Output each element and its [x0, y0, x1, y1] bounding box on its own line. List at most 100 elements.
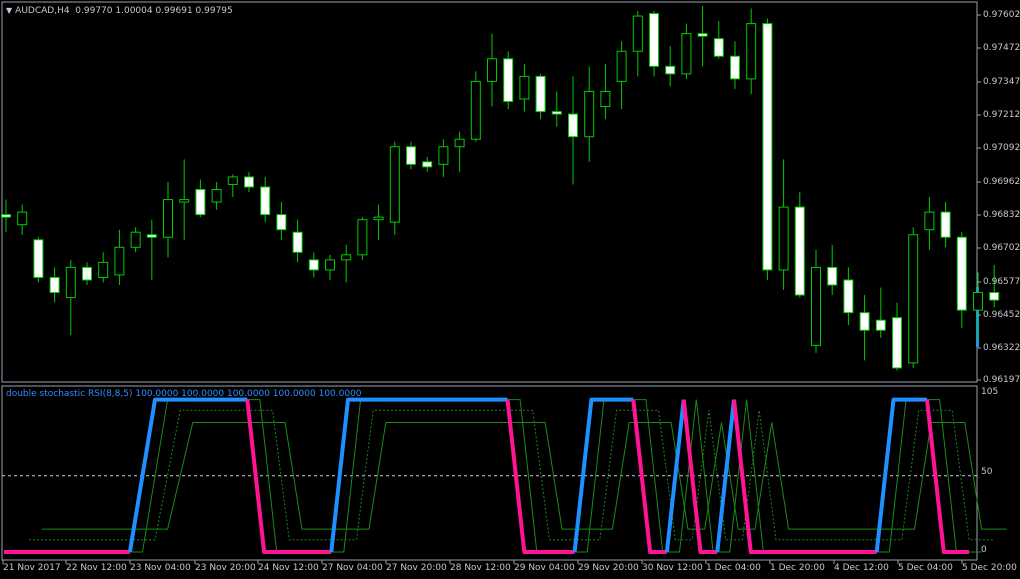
candle-body-bear: [940, 211, 951, 238]
candle: [762, 18, 773, 280]
time-label: 30 Nov 12:00: [642, 563, 703, 573]
trading-chart[interactable]: [0, 0, 1020, 579]
candle-body-bull: [211, 188, 222, 203]
price-label: 0.97092: [983, 143, 1020, 153]
candle-body-bear: [195, 188, 206, 216]
candle-body-bull: [325, 259, 335, 271]
candle: [794, 192, 805, 298]
indicator-title: double stochastic RSI(8,8,5) 100.0000 10…: [6, 389, 362, 400]
candle-body-bull: [681, 33, 692, 75]
price-label: 0.96322: [983, 343, 1020, 353]
candle-body-bull: [438, 146, 449, 165]
time-label: 27 Nov 04:00: [322, 563, 383, 573]
candle-body-bear: [292, 231, 303, 253]
candle-body-bear: [843, 279, 854, 314]
candle-body-bull: [632, 15, 643, 52]
candle-body-bull: [98, 261, 109, 278]
candle-body-bear: [503, 58, 514, 103]
candle: [357, 217, 368, 260]
candle-body-bear: [762, 23, 773, 271]
candle-body-bull: [470, 80, 481, 140]
candle-body-bull: [341, 254, 352, 261]
time-label: 23 Nov 20:00: [195, 563, 256, 573]
time-label: 27 Nov 20:00: [386, 563, 447, 573]
indicator-level-label: 0: [981, 545, 987, 555]
candle-body-bear: [82, 266, 92, 281]
price-label: 0.96452: [983, 310, 1020, 320]
ohlc-label: 0.99770 1.00004 0.99691 0.99795: [75, 6, 233, 16]
candle-body-bear: [535, 75, 546, 113]
candle-body-bull: [179, 199, 190, 203]
candle-body-bull: [227, 176, 238, 185]
time-label: 24 Nov 12:00: [258, 563, 319, 573]
candle-body-bull: [519, 75, 530, 100]
candle: [908, 227, 919, 368]
candle-body-bear: [859, 312, 870, 331]
indicator-name: double stochastic RSI(8,8,5): [6, 389, 133, 399]
candle-body-bull: [373, 216, 384, 221]
candle-body-bear: [308, 259, 319, 271]
time-label: 1 Dec 20:00: [770, 563, 825, 573]
candle-body-bear: [875, 319, 886, 331]
candle-body-bull: [389, 146, 400, 223]
candle-body-bear: [713, 38, 724, 57]
candle-body-bear: [276, 214, 287, 231]
price-label: 0.97212: [983, 110, 1020, 120]
candle-body-bear: [1, 214, 11, 218]
indicator-values: 100.0000 100.0000 100.0000 100.0000 100.…: [135, 389, 362, 399]
candle-body-bull: [487, 58, 497, 82]
candle-body-bull: [357, 219, 368, 256]
time-label: 21 Nov 2017: [3, 563, 61, 573]
price-label: 0.96577: [983, 277, 1020, 287]
indicator-level-label: 50: [981, 467, 993, 477]
price-label: 0.97472: [983, 43, 1020, 53]
time-label: 29 Nov 04:00: [514, 563, 575, 573]
candle-body-bear: [244, 176, 254, 188]
candle: [649, 11, 659, 77]
candle-body-bull: [65, 266, 76, 299]
candle-body-bull: [616, 50, 627, 82]
price-label: 0.97602: [983, 10, 1020, 20]
candle-body-bull: [130, 231, 141, 248]
candle-body-bear: [568, 113, 578, 138]
chart-collapse-icon[interactable]: ▼: [6, 6, 12, 15]
candle-body-bear: [260, 186, 271, 216]
candle-body-bear: [146, 234, 157, 238]
candle-body-bear: [665, 65, 676, 75]
candle-body-bear: [989, 292, 1000, 301]
candle-body-bull: [17, 211, 28, 226]
time-label: 1 Dec 04:00: [706, 563, 761, 573]
time-label: 5 Dec 04:00: [898, 563, 953, 573]
price-label: 0.96962: [983, 177, 1020, 187]
time-label: 5 Dec 20:00: [962, 563, 1017, 573]
candle-body-bull: [908, 234, 919, 364]
candle-body-bear: [892, 317, 902, 369]
candle: [470, 71, 481, 142]
candle-body-bear: [551, 111, 562, 115]
candle-body-bear: [730, 55, 740, 80]
time-label: 29 Nov 20:00: [578, 563, 639, 573]
candle: [389, 141, 400, 235]
price-label: 0.96197: [983, 375, 1020, 385]
price-label: 0.96832: [983, 210, 1020, 220]
price-label: 0.97347: [983, 77, 1020, 87]
candle-body-bear: [33, 239, 44, 278]
candle-body-bull: [746, 23, 757, 80]
time-label: 4 Dec 12:00: [834, 563, 889, 573]
indicator-level-label: 105: [981, 387, 999, 397]
symbol-label: AUDCAD,H4: [15, 6, 70, 16]
candle-body-bull: [600, 90, 611, 108]
candle: [33, 237, 44, 283]
candle: [503, 51, 514, 110]
candle-body-bear: [649, 13, 659, 67]
price-label: 0.96702: [983, 243, 1020, 253]
candle-body-bear: [697, 33, 708, 37]
candle-body-bear: [406, 146, 416, 165]
time-label: 22 Nov 12:00: [66, 563, 127, 573]
candle-body-bear: [49, 276, 60, 294]
candle-body-bear: [827, 266, 838, 286]
candle-body-bull: [454, 138, 465, 148]
candle-body-bull: [924, 211, 935, 231]
candle-body-bear: [422, 161, 433, 168]
time-label: 28 Nov 12:00: [450, 563, 511, 573]
